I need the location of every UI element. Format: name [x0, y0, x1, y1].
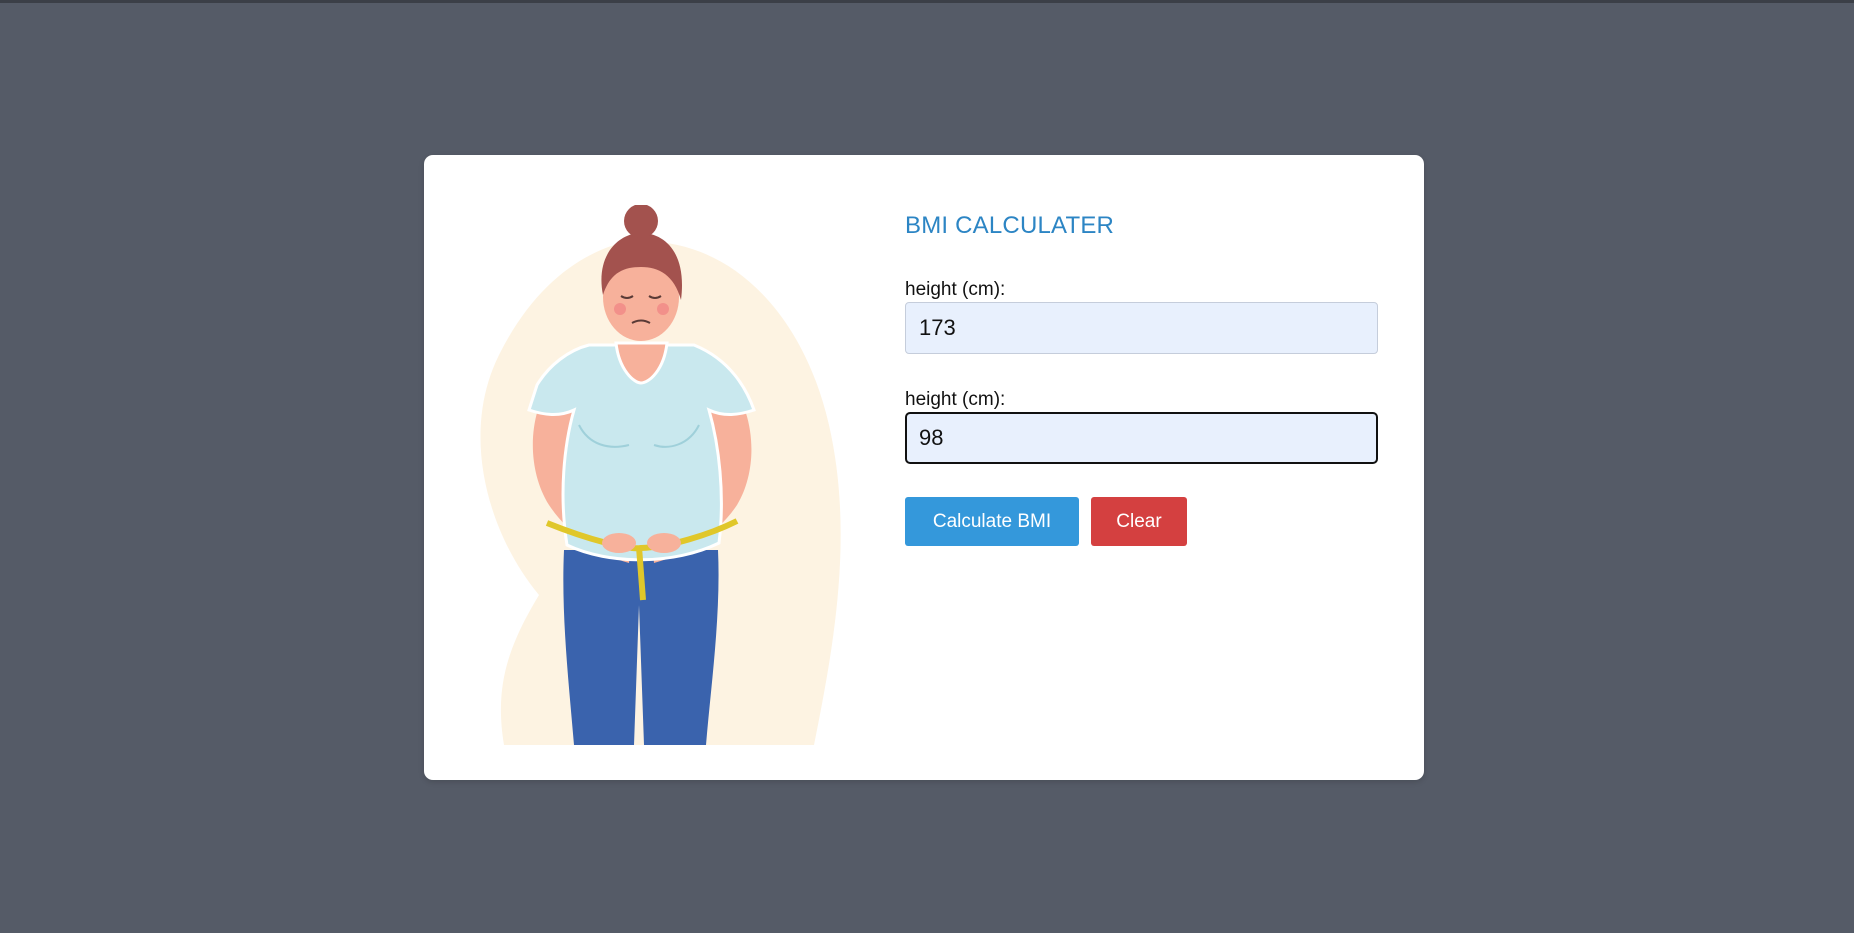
calculate-bmi-button[interactable]: Calculate BMI [905, 497, 1079, 546]
clear-button[interactable]: Clear [1091, 497, 1187, 546]
bmi-card: BMI CALCULATER height (cm): height (cm):… [424, 155, 1424, 780]
height-label: height (cm): [905, 279, 1006, 300]
height-input[interactable] [905, 302, 1378, 354]
weight-label: height (cm): [905, 389, 1006, 410]
weight-input[interactable] [905, 412, 1378, 464]
page-title: BMI CALCULATER [905, 212, 1115, 239]
window-top-border [0, 0, 1854, 3]
woman-measuring-waist-illustration [480, 205, 841, 745]
